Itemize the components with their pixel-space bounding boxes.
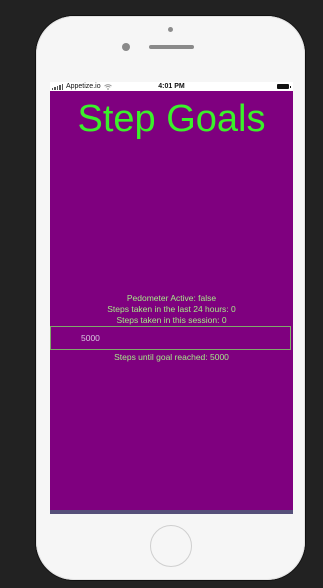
status-bar: Appetize.io 4:01 PM xyxy=(50,82,293,91)
app-screen: Appetize.io 4:01 PM Step Goals Pedometer… xyxy=(50,82,293,514)
steps-session-text: Steps taken in this session: 0 xyxy=(116,315,227,325)
steps-until-goal-text: Steps until goal reached: 5000 xyxy=(114,352,229,362)
steps-24h-text: Steps taken in the last 24 hours: 0 xyxy=(107,304,236,314)
goal-input[interactable] xyxy=(81,331,281,345)
status-time: 4:01 PM xyxy=(158,83,185,90)
front-sensor xyxy=(168,27,173,32)
pedometer-status-text: Pedometer Active: false xyxy=(126,293,217,303)
screen-bottom-edge xyxy=(50,510,293,514)
earpiece-speaker xyxy=(149,45,194,49)
front-camera xyxy=(122,43,130,51)
stage: Appetize.io 4:01 PM Step Goals Pedometer… xyxy=(0,0,323,588)
home-button[interactable] xyxy=(150,525,192,567)
goal-input-container xyxy=(50,326,291,350)
page-title: Step Goals xyxy=(77,98,266,140)
battery-icon xyxy=(277,84,291,89)
